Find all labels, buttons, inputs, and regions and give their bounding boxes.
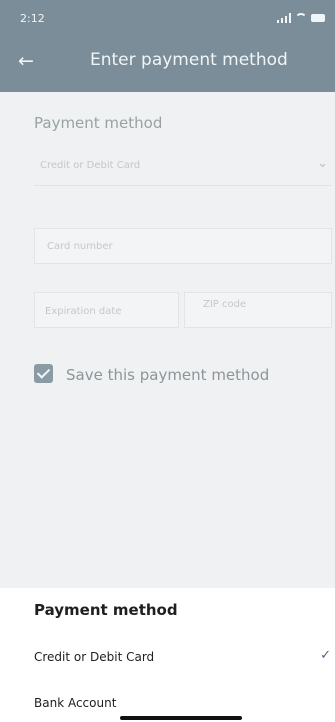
- checkmark-icon: ✓: [320, 648, 331, 663]
- back-arrow-icon[interactable]: ←: [12, 50, 40, 72]
- zip-placeholder: ZIP code: [203, 299, 247, 310]
- status-bar: 2:12: [0, 0, 335, 40]
- payment-method-label: Payment method: [34, 114, 163, 132]
- home-indicator: [120, 716, 242, 720]
- status-time: 2:12: [20, 12, 45, 25]
- payment-type-value: Credit or Debit Card: [40, 160, 141, 171]
- status-icons: [277, 13, 325, 23]
- chevron-down-icon: ⌄: [317, 156, 328, 171]
- sheet-title: Payment method: [34, 601, 178, 619]
- save-payment-checkbox[interactable]: [34, 364, 53, 383]
- card-number-input[interactable]: Card number: [34, 228, 332, 264]
- signal-icon: [277, 13, 291, 23]
- page-title: Enter payment method: [90, 50, 288, 70]
- app-header: 2:12 ← Enter payment method: [0, 0, 335, 92]
- option-credit-debit-card[interactable]: Credit or Debit Card: [34, 650, 154, 664]
- zip-code-input[interactable]: ZIP code: [184, 292, 332, 328]
- option-bank-account[interactable]: Bank Account: [34, 696, 116, 710]
- expiration-date-input[interactable]: Expiration date: [34, 292, 179, 328]
- payment-type-select[interactable]: Credit or Debit Card ⌄: [34, 146, 332, 186]
- card-number-placeholder: Card number: [47, 241, 113, 252]
- expiration-placeholder: Expiration date: [45, 306, 122, 317]
- wifi-icon: [295, 13, 307, 23]
- save-payment-label[interactable]: Save this payment method: [66, 366, 269, 384]
- payment-screen: 2:12 ← Enter payment method Payment meth…: [0, 0, 335, 722]
- battery-icon: [311, 14, 325, 22]
